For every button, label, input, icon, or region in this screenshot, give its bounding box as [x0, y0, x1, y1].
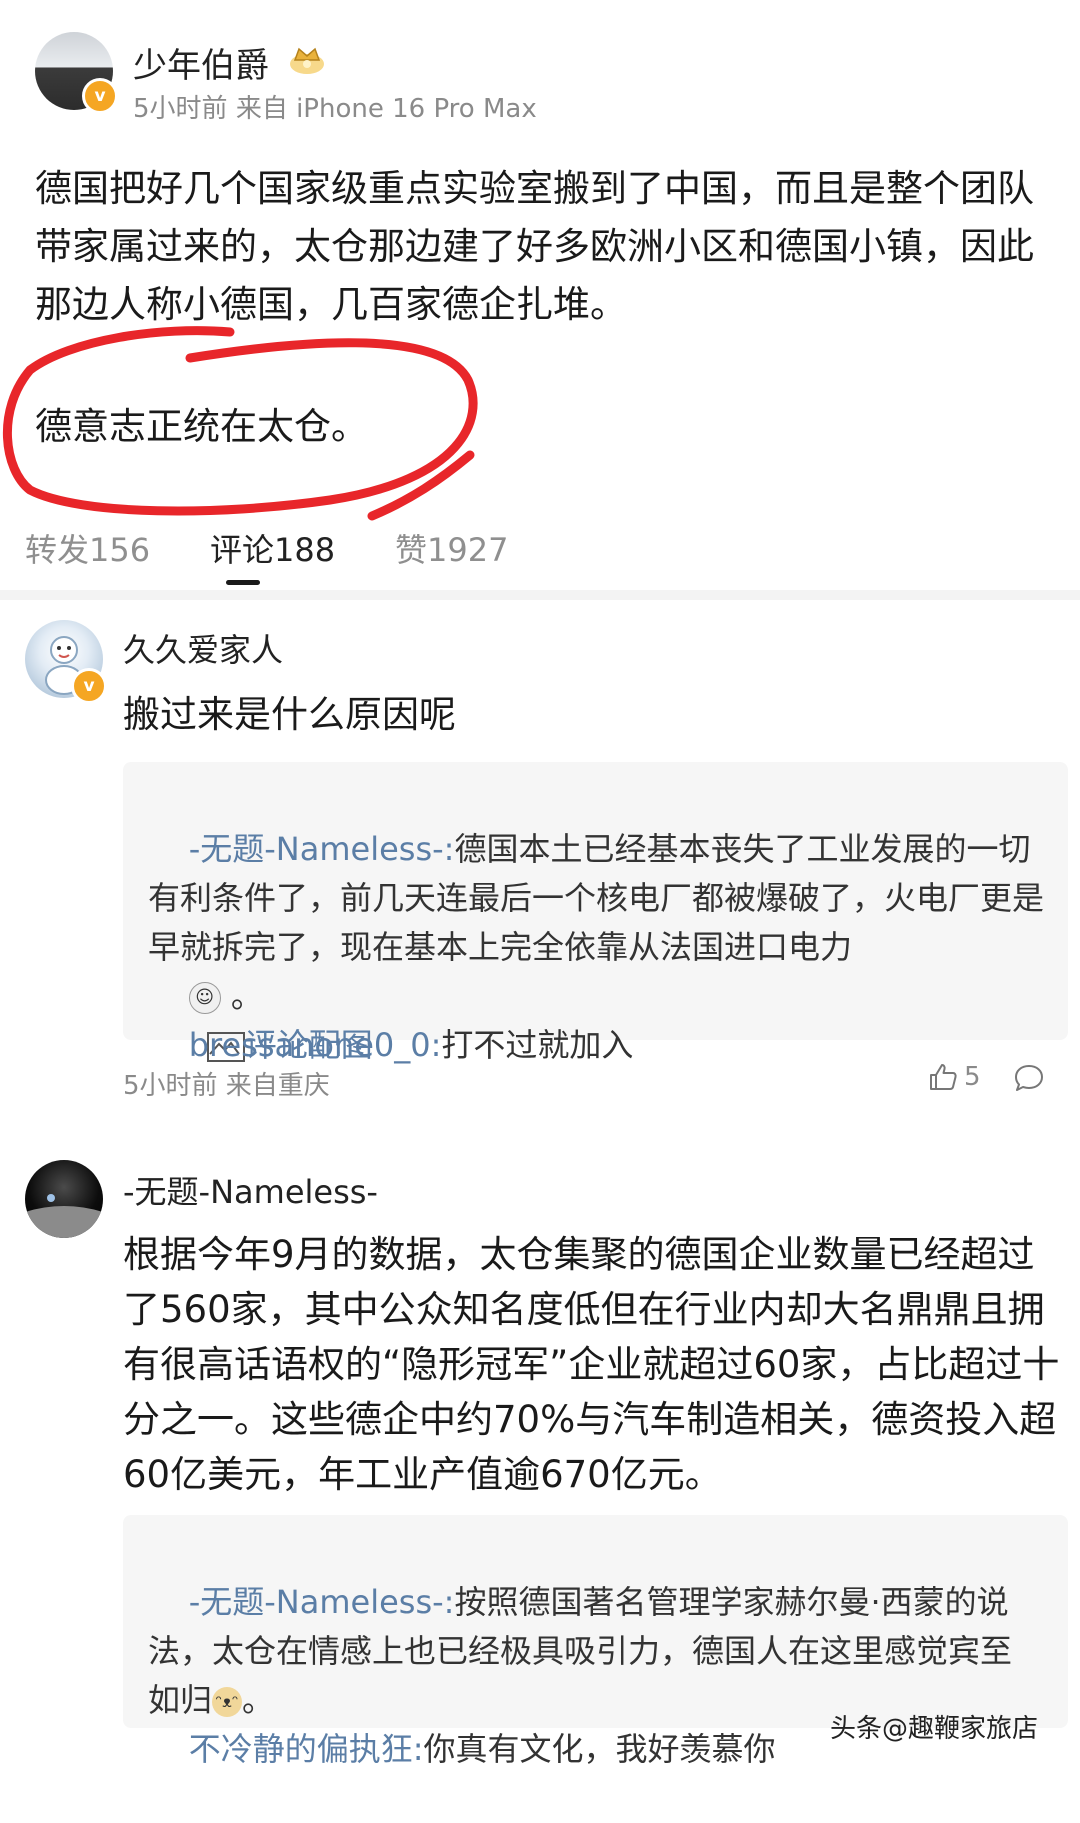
post-author-name[interactable]: 少年伯爵	[133, 38, 269, 87]
reply-user[interactable]: 不冷静的偏执狂:	[189, 1730, 424, 1768]
crown-badge-icon	[287, 44, 327, 76]
post-body: 德国把好几个国家级重点实验室搬到了中国，而且是整个团队带家属过来的，太仓那边建了…	[35, 167, 1034, 326]
reply-user[interactable]: -无题-Nameless-:	[189, 1583, 455, 1621]
like-count: 5	[964, 1062, 981, 1092]
verified-badge-icon: v	[82, 78, 118, 114]
reply-user[interactable]: -无题-Nameless-:	[189, 830, 455, 868]
reply-button[interactable]	[1013, 1063, 1045, 1097]
chat-bubble-icon	[1015, 1065, 1043, 1091]
post-meta: 5小时前 来自 iPhone 16 Pro Max	[133, 88, 537, 125]
section-divider	[0, 590, 1080, 600]
reply-item: 不冷静的偏执狂:你真有文化，我好羡慕你	[148, 1676, 776, 1823]
reply-text: 打不过就加入	[441, 1026, 634, 1064]
thumbs-up-icon	[930, 1064, 957, 1090]
comment-avatar[interactable]	[25, 1160, 103, 1238]
reply-user[interactable]: bressanone0_0:	[189, 1026, 442, 1064]
comment-text: 搬过来是什么原因呢	[123, 693, 456, 736]
reply-box[interactable]: -无题-Nameless-:德国本土已经基本丧失了工业发展的一切有利条件了，前几…	[123, 762, 1068, 1064]
like-button[interactable]: 5	[928, 1062, 981, 1096]
post-source: 来自 iPhone 16 Pro Max	[235, 94, 537, 124]
tab-reposts[interactable]: 转发156	[25, 525, 150, 571]
reply-box[interactable]: -无题-Nameless-:按照德国著名管理学家赫尔曼·西蒙的说法，太仓在情感上…	[123, 1515, 1068, 1768]
active-tab-indicator	[226, 580, 260, 585]
verified-badge-icon: v	[71, 668, 107, 704]
reply-text: 你真有文化，我好羡慕你	[423, 1730, 776, 1768]
comment-text: 根据今年9月的数据，太仓集聚的德国企业数量已经超过了560家，其中公众知名度低但…	[123, 1233, 1060, 1496]
tab-comments[interactable]: 评论188	[210, 525, 335, 571]
post-tabs: 转发156 评论188 赞1927	[0, 505, 1080, 585]
comment-author[interactable]: 久久爱家人	[123, 625, 283, 671]
post-time: 5小时前	[133, 94, 228, 124]
red-circle-annotation	[2, 326, 478, 521]
tab-likes[interactable]: 赞1927	[395, 525, 508, 571]
watermark: 头条@趣鞭家旅店	[830, 1714, 1039, 1744]
comment-author[interactable]: -无题-Nameless-	[123, 1167, 378, 1213]
comment-meta: 5小时前 来自重庆	[123, 1071, 330, 1101]
